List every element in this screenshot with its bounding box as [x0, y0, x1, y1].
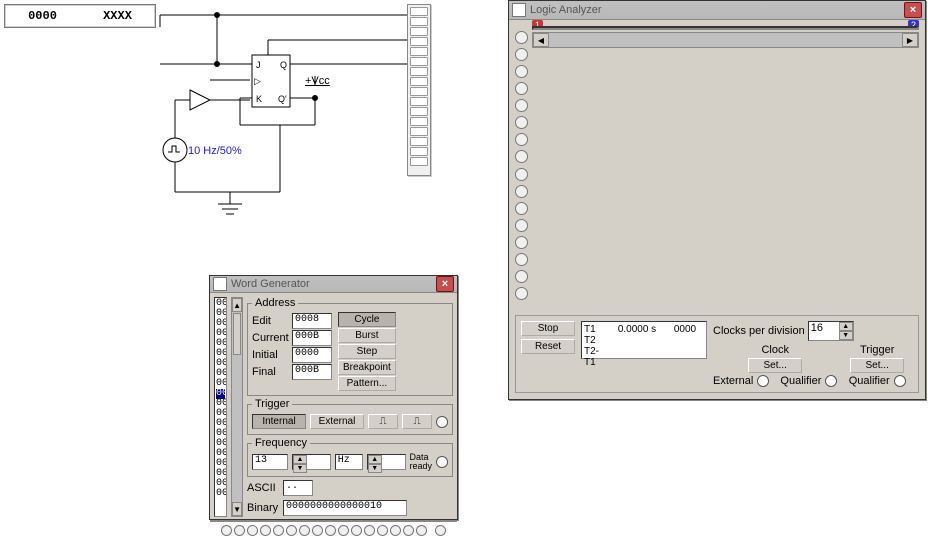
- svg-text:J: J: [256, 60, 261, 70]
- hex-display: 0000 XXXX: [4, 4, 156, 28]
- burst-button[interactable]: Burst: [338, 328, 396, 343]
- current-field[interactable]: 000B: [292, 330, 332, 346]
- svg-text:K: K: [256, 94, 262, 104]
- scroll-left-icon[interactable]: ◀: [533, 33, 549, 47]
- time-readout: T1 0.0000 s 0000 T2 T2-T1: [581, 321, 707, 359]
- initial-field[interactable]: 0000: [292, 347, 332, 363]
- data-ready-indicator: [436, 456, 448, 468]
- window-icon: [512, 3, 526, 17]
- edge-rise-icon[interactable]: ⎍: [368, 414, 398, 429]
- stop-button[interactable]: Stop: [521, 321, 575, 336]
- freq-unit[interactable]: Hz: [335, 454, 363, 470]
- window-title: Logic Analyzer: [530, 4, 904, 16]
- word-generator-titlebar[interactable]: Word Generator ×: [210, 276, 457, 293]
- clock-label: 10 Hz/50%: [188, 145, 242, 157]
- spin-up-icon[interactable]: ▲: [839, 322, 853, 331]
- freq-value[interactable]: 13: [252, 454, 288, 470]
- logic-analyzer-window: Logic Analyzer × 1 2: [508, 0, 926, 400]
- binary-field[interactable]: 0000000000000010: [283, 500, 407, 516]
- clocks-per-div-spinner[interactable]: 16▲▼: [808, 321, 854, 341]
- la-controls: Stop Reset T1 0.0000 s 0000 T2 T2-T1 Clo…: [515, 315, 919, 393]
- ascii-field[interactable]: ..: [283, 480, 313, 496]
- trigger-external-button[interactable]: External: [310, 414, 364, 429]
- trig-qual-jack[interactable]: [894, 375, 906, 387]
- data-ready-label: Data ready: [410, 453, 433, 471]
- clocks-per-div-label: Clocks per division: [713, 325, 805, 337]
- freq-up-icon[interactable]: ▲: [293, 455, 307, 464]
- trigger-set-button[interactable]: Set...: [850, 358, 904, 373]
- clock-ext-jack[interactable]: [757, 375, 769, 387]
- close-icon[interactable]: ×: [436, 276, 454, 292]
- trigger-group: Trigger Internal External ⎍ ⎍: [247, 398, 453, 435]
- reset-button[interactable]: Reset: [521, 339, 575, 354]
- freq-down-icon[interactable]: ▼: [293, 464, 307, 473]
- scroll-right-icon[interactable]: ▶: [902, 33, 918, 47]
- close-icon[interactable]: ×: [904, 2, 922, 18]
- address-legend: Address: [252, 297, 298, 309]
- window-icon: [213, 277, 227, 291]
- address-group: Address Edit0008 Current000B Initial0000…: [247, 297, 453, 396]
- clock-set-button[interactable]: Set...: [748, 358, 802, 373]
- pattern-button[interactable]: Pattern...: [338, 376, 396, 391]
- wg-output-pins: [210, 521, 457, 537]
- svg-text:Q: Q: [280, 60, 287, 70]
- waveform-display[interactable]: [532, 26, 919, 30]
- clock-qual-jack[interactable]: [825, 375, 837, 387]
- cycle-button[interactable]: Cycle: [338, 312, 396, 327]
- final-field[interactable]: 000B: [292, 364, 332, 380]
- spin-down-icon[interactable]: ▼: [839, 331, 853, 340]
- step-button[interactable]: Step: [338, 344, 396, 359]
- breakpoint-button[interactable]: Breakpoint: [338, 360, 396, 375]
- word-list-item[interactable]: 0000: [216, 489, 225, 499]
- svg-text:▷: ▷: [254, 76, 261, 86]
- word-generator-window: Word Generator × 00010003000200020002000…: [209, 275, 458, 520]
- frequency-group: Frequency 13 ▲▼ Hz ▲▼ Data ready: [247, 437, 453, 477]
- word-list[interactable]: 0001000300020002000200020003000000020001…: [214, 297, 227, 517]
- scroll-down-icon[interactable]: ▼: [232, 502, 242, 516]
- waveform-scrollbar[interactable]: ◀ ▶: [532, 32, 919, 48]
- edge-fall-icon[interactable]: ⎍: [402, 414, 432, 429]
- hex-left: 0000: [28, 9, 57, 23]
- vcc-label: +Vcc: [305, 75, 330, 87]
- scroll-thumb[interactable]: [233, 313, 241, 355]
- trigger-radio[interactable]: [436, 416, 448, 428]
- la-channel-pins: [515, 26, 528, 305]
- trigger-internal-button[interactable]: Internal: [252, 414, 306, 429]
- scroll-up-icon[interactable]: ▲: [232, 298, 242, 312]
- la-titlebar[interactable]: Logic Analyzer ×: [509, 1, 925, 20]
- svg-text:Q': Q': [278, 94, 287, 104]
- hex-right: XXXX: [103, 9, 132, 23]
- analyzer-input-bar: [407, 4, 431, 176]
- edit-field[interactable]: 0008: [292, 313, 332, 329]
- word-list-scrollbar[interactable]: ▲ ▼: [231, 297, 243, 517]
- window-title: Word Generator: [231, 278, 436, 290]
